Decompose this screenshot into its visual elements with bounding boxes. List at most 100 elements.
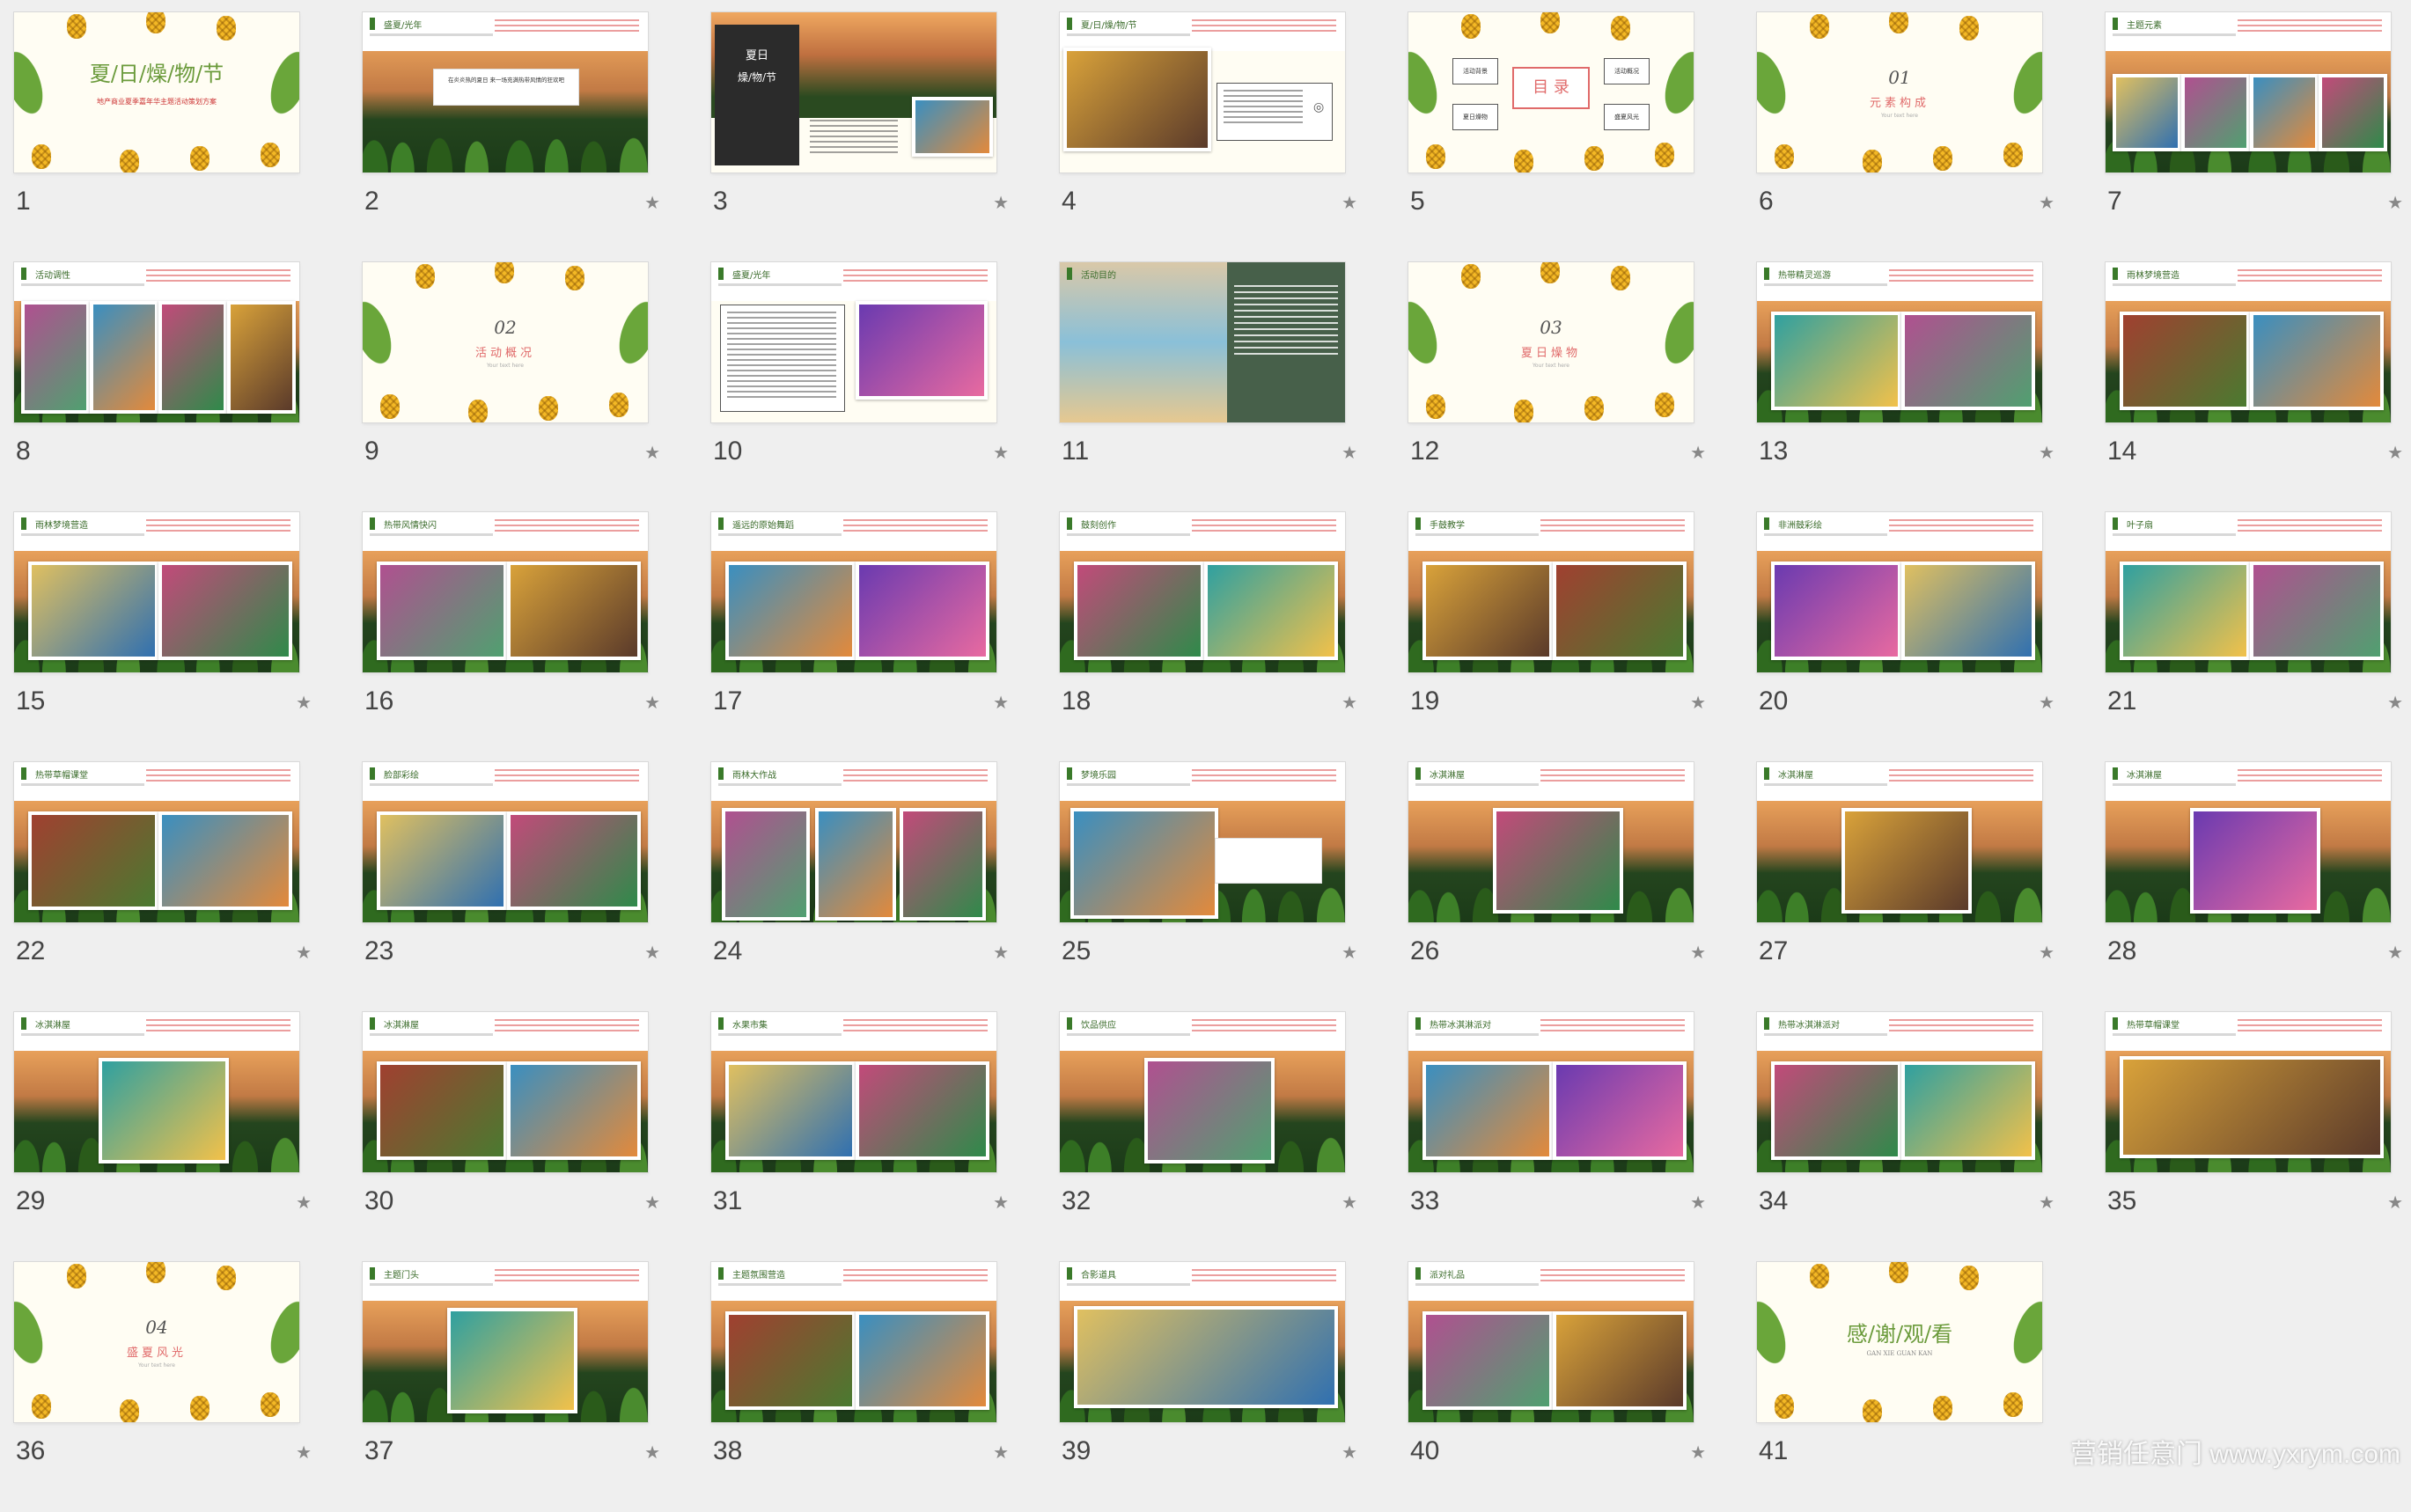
animation-star-icon[interactable]: ★ — [296, 692, 312, 713]
slide-thumbnail[interactable]: 合影道具 — [1060, 1262, 1345, 1422]
slide-thumbnail[interactable]: 热带草帽课堂 — [14, 762, 299, 922]
slide-thumbnail[interactable]: 活动目的 — [1060, 262, 1345, 422]
slide-photo — [2120, 312, 2250, 410]
slide-thumbnail[interactable]: 感/谢/观/看 GAN XIE GUAN KAN — [1757, 1262, 2042, 1422]
animation-star-icon[interactable]: ★ — [993, 1442, 1009, 1463]
slide-photo — [1422, 561, 1553, 660]
slide-thumbnail[interactable]: 夏/日/燥/物/节 ◎ — [1060, 12, 1345, 172]
animation-star-icon[interactable]: ★ — [644, 442, 660, 463]
animation-star-icon[interactable]: ★ — [1690, 692, 1706, 713]
slide-thumbnail[interactable]: 热带风情快闪 — [363, 512, 648, 672]
animation-star-icon[interactable]: ★ — [2039, 1192, 2054, 1213]
animation-star-icon[interactable]: ★ — [1690, 942, 1706, 963]
slide-thumbnail[interactable]: 梦境乐园 — [1060, 762, 1345, 922]
slide-thumbnail[interactable]: 雨林大作战 — [711, 762, 996, 922]
animation-star-icon[interactable]: ★ — [1341, 1442, 1357, 1463]
animation-star-icon[interactable]: ★ — [993, 192, 1009, 213]
animation-star-icon[interactable]: ★ — [2039, 192, 2054, 213]
slide-thumbnail[interactable]: 冰淇淋屋 — [14, 1012, 299, 1172]
slide-thumbnail[interactable]: 热带精灵巡游 — [1757, 262, 2042, 422]
slide-body-text — [495, 19, 639, 35]
animation-star-icon[interactable]: ★ — [1341, 692, 1357, 713]
animation-star-icon[interactable]: ★ — [644, 1442, 660, 1463]
animation-star-icon[interactable]: ★ — [1341, 192, 1357, 213]
slide-thumbnail-cell: 脸部彩绘 23 ★ — [363, 762, 660, 1012]
animation-star-icon[interactable]: ★ — [2387, 692, 2403, 713]
slide-thumbnail[interactable]: 手鼓教学 — [1408, 512, 1694, 672]
animation-star-icon[interactable]: ★ — [1690, 1192, 1706, 1213]
slide-photo — [158, 301, 227, 414]
slide-thumbnail[interactable]: 饮品供应 — [1060, 1012, 1345, 1172]
slide-number: 20 — [1759, 686, 1789, 716]
slide-body-text — [1192, 19, 1336, 35]
animation-star-icon[interactable]: ★ — [2039, 692, 2054, 713]
slide-thumbnail[interactable]: 冰淇淋屋 — [1757, 762, 2042, 922]
slide-thumbnail[interactable]: 02 活动概况 Your text here — [363, 262, 648, 422]
slide-tag: 脸部彩绘 — [370, 767, 419, 781]
slide-thumbnail[interactable]: 脸部彩绘 — [363, 762, 648, 922]
animation-star-icon[interactable]: ★ — [644, 1192, 660, 1213]
slide-thumbnail[interactable]: 遥远的原始舞蹈 — [711, 512, 996, 672]
animation-star-icon[interactable]: ★ — [1690, 442, 1706, 463]
slide-thumbnail[interactable]: 活动调性 — [14, 262, 299, 422]
pineapple-icon — [1775, 144, 1794, 169]
slide-thumbnail[interactable]: 水果市集 — [711, 1012, 996, 1172]
animation-star-icon[interactable]: ★ — [2387, 1192, 2403, 1213]
slide-thumbnail[interactable]: 盛夏/光年 — [711, 262, 996, 422]
slide-photo — [507, 561, 641, 660]
slide-thumbnail[interactable]: 夏/日/燥/物/节 地产商业夏季嘉年华主题活动策划方案 — [14, 12, 299, 172]
animation-star-icon[interactable]: ★ — [993, 1192, 1009, 1213]
slide-thumbnail-cell: 主题元素 7 ★ — [2106, 12, 2403, 262]
slide-desc-line — [1067, 1283, 1190, 1286]
slide-thumbnail[interactable]: 雨林梦境营造 — [14, 512, 299, 672]
animation-star-icon[interactable]: ★ — [2387, 192, 2403, 213]
slide-number: 26 — [1410, 936, 1440, 965]
animation-star-icon[interactable]: ★ — [2039, 442, 2054, 463]
slide-thumbnail[interactable]: 派对礼品 — [1408, 1262, 1694, 1422]
slide-thumbnail[interactable]: 热带草帽课堂 — [2106, 1012, 2391, 1172]
animation-star-icon[interactable]: ★ — [2039, 942, 2054, 963]
slide-thumbnail[interactable]: 盛夏/光年 在炎炎热的夏日 来一场充满热带风情的狂欢吧 — [363, 12, 648, 172]
animation-star-icon[interactable]: ★ — [296, 1442, 312, 1463]
animation-star-icon[interactable]: ★ — [993, 942, 1009, 963]
slide-thumbnail[interactable]: 主题门头 — [363, 1262, 648, 1422]
animation-star-icon[interactable]: ★ — [296, 1192, 312, 1213]
slide-thumbnail[interactable]: 冰淇淋屋 — [2106, 762, 2391, 922]
slide-thumbnail[interactable]: 雨林梦境营造 — [2106, 262, 2391, 422]
slide-thumbnail[interactable]: 01 元素构成 Your text here — [1757, 12, 2042, 172]
slide-desc-line — [2113, 533, 2236, 536]
animation-star-icon[interactable]: ★ — [1341, 442, 1357, 463]
slide-thumbnail[interactable]: 冰淇淋屋 — [1408, 762, 1694, 922]
animation-star-icon[interactable]: ★ — [644, 192, 660, 213]
slide-photo — [912, 97, 993, 157]
animation-star-icon[interactable]: ★ — [2387, 942, 2403, 963]
slide-photo — [227, 301, 296, 414]
slide-thumbnail[interactable]: 主题氛围营造 — [711, 1262, 996, 1422]
animation-star-icon[interactable]: ★ — [644, 692, 660, 713]
slide-thumbnail[interactable]: 叶子扇 — [2106, 512, 2391, 672]
slide-thumbnail[interactable]: 主题元素 — [2106, 12, 2391, 172]
slide-thumbnail-cell: 热带风情快闪 16 ★ — [363, 512, 660, 762]
animation-star-icon[interactable]: ★ — [644, 942, 660, 963]
slide-thumbnail[interactable]: 目 录 活动背景 活动概况 夏日燥物 盛夏风光 — [1408, 12, 1694, 172]
animation-star-icon[interactable]: ★ — [1341, 1192, 1357, 1213]
animation-star-icon[interactable]: ★ — [1341, 942, 1357, 963]
animation-star-icon[interactable]: ★ — [2387, 442, 2403, 463]
slide-thumbnail[interactable]: 热带冰淇淋派对 — [1757, 1012, 2042, 1172]
slide-thumbnail[interactable]: 冰淇淋屋 — [363, 1012, 648, 1172]
slide-thumbnail[interactable]: 03 夏日燥物 Your text here — [1408, 262, 1694, 422]
animation-star-icon[interactable]: ★ — [993, 442, 1009, 463]
slide-thumbnail[interactable]: 非洲鼓彩绘 — [1757, 512, 2042, 672]
slide-thumbnail[interactable]: 热带冰淇淋派对 — [1408, 1012, 1694, 1172]
slide-thumbnail[interactable]: 鼓刻创作 — [1060, 512, 1345, 672]
slide-thumbnail[interactable]: 夏日 燥/物/节 — [711, 12, 996, 172]
slide-desc-line — [1415, 533, 1539, 536]
animation-star-icon[interactable]: ★ — [296, 942, 312, 963]
slide-number: 22 — [16, 936, 46, 965]
animation-star-icon[interactable]: ★ — [993, 692, 1009, 713]
slide-photo — [1070, 808, 1218, 919]
toc-title: 目 录 — [1533, 78, 1569, 97]
animation-star-icon[interactable]: ★ — [1690, 1442, 1706, 1463]
slide-photo — [1553, 561, 1687, 660]
slide-thumbnail[interactable]: 04 盛夏风光 Your text here — [14, 1262, 299, 1422]
